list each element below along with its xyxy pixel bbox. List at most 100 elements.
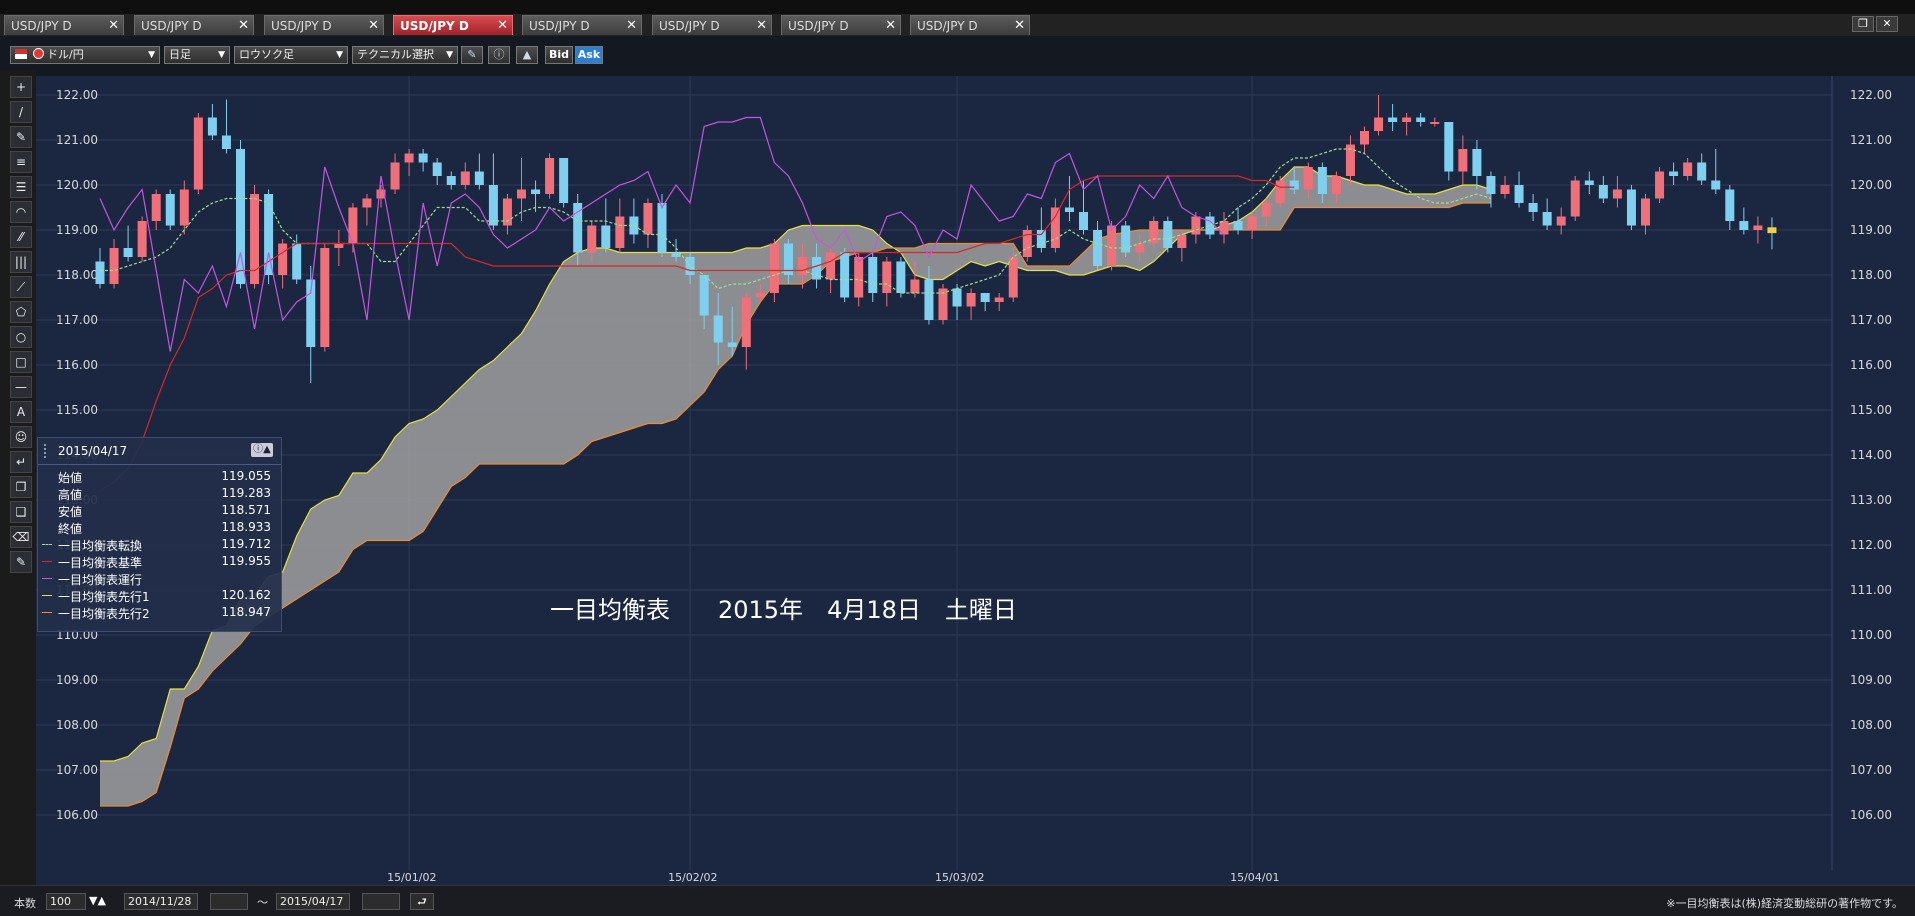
- window-restore-button[interactable]: ❐: [1852, 16, 1874, 32]
- drawing-tool-1-icon[interactable]: +: [10, 76, 32, 98]
- drawing-tool-16-icon[interactable]: ↵: [10, 451, 32, 473]
- tab-close-icon[interactable]: ✕: [885, 18, 896, 33]
- candle-body: [151, 194, 161, 221]
- tab-usdjpy-1[interactable]: USD/JPY D ✕: [4, 15, 124, 35]
- tab-label: USD/JPY D: [141, 19, 202, 33]
- candle-body: [1303, 167, 1313, 190]
- candle-body: [1458, 149, 1468, 172]
- row-name: 一目均衡表運行: [58, 573, 143, 587]
- start-date-input[interactable]: 2014/11/28: [124, 893, 198, 910]
- y-tick-label-right: 112.00: [1850, 538, 1892, 552]
- candle-body: [1219, 221, 1229, 235]
- row-value: 118.571: [221, 503, 271, 517]
- y-tick-label-right: 116.00: [1850, 358, 1892, 372]
- candle-body: [1641, 198, 1650, 226]
- candle-body: [1612, 189, 1622, 199]
- candle-body: [868, 257, 878, 293]
- y-tick-label-left: 121.00: [56, 133, 98, 147]
- pen-icon[interactable]: ✎: [461, 46, 483, 64]
- tab-close-icon[interactable]: ✕: [108, 18, 119, 33]
- series-swatch: [42, 612, 52, 613]
- period-select[interactable]: 日足 ▼: [164, 46, 230, 64]
- drawing-tool-9-icon[interactable]: ⟋: [10, 276, 32, 298]
- bottom-bar: 本数 100 ▼▲ 2014/11/28 ～ 2015/04/17 ⮐ ※一目均…: [0, 885, 1915, 916]
- tab-close-icon[interactable]: ✕: [1014, 18, 1025, 33]
- candle-body: [1542, 212, 1552, 226]
- drawing-tool-13-icon[interactable]: —: [10, 376, 32, 398]
- drawing-tool-20-icon[interactable]: ✎: [10, 551, 32, 573]
- end-time-input[interactable]: [362, 893, 400, 910]
- drawing-tool-7-icon[interactable]: ⁄⁄: [10, 226, 32, 248]
- tab-usdjpy-3[interactable]: USD/JPY D ✕: [264, 15, 384, 35]
- row-value: 120.162: [221, 588, 271, 602]
- start-time-input[interactable]: [210, 893, 248, 910]
- drawing-tool-8-icon[interactable]: |||: [10, 251, 32, 273]
- y-tick-label-right: 114.00: [1850, 448, 1892, 462]
- x-tick-label: 15/02/02: [668, 871, 717, 884]
- tab-usdjpy-5[interactable]: USD/JPY D ✕: [522, 15, 642, 35]
- tab-label: USD/JPY D: [659, 19, 720, 33]
- drawing-tool-14-icon[interactable]: A: [10, 401, 32, 423]
- drawing-tool-18-icon[interactable]: ❑: [10, 501, 32, 523]
- top-strip: [0, 0, 1915, 15]
- candle-body: [1261, 203, 1271, 217]
- tab-close-icon[interactable]: ✕: [368, 18, 379, 33]
- candle-body: [179, 189, 189, 226]
- candle-body: [994, 297, 1004, 302]
- tab-close-icon[interactable]: ✕: [626, 18, 637, 33]
- chevron-down-icon: ▼: [148, 50, 155, 60]
- candle-body: [1374, 117, 1384, 131]
- candle-body: [1177, 234, 1187, 248]
- chart-type-select[interactable]: ロウソク足 ▼: [234, 46, 348, 64]
- drawing-tool-12-icon[interactable]: □: [10, 351, 32, 373]
- series-swatch: [42, 544, 52, 545]
- bar-count-input[interactable]: 100: [46, 893, 86, 910]
- candle-body: [1697, 162, 1707, 181]
- info-icon[interactable]: ⓘ: [488, 46, 510, 64]
- y-tick-label-left: 106.00: [56, 808, 98, 822]
- drawing-tool-3-icon[interactable]: ✎: [10, 126, 32, 148]
- candle-body: [1753, 225, 1763, 230]
- candle-body: [1711, 180, 1721, 190]
- drawing-tool-19-icon[interactable]: ⌫: [10, 526, 32, 548]
- technical-label: テクニカル選択: [357, 48, 434, 61]
- drawing-tool-11-icon[interactable]: ○: [10, 326, 32, 348]
- candle-body: [292, 243, 302, 280]
- tab-usdjpy-2[interactable]: USD/JPY D ✕: [134, 15, 254, 35]
- currency-pair-select[interactable]: ドル/円 ▼: [10, 46, 160, 64]
- drawing-tool-4-icon[interactable]: ≡: [10, 151, 32, 173]
- y-tick-label-right: 121.00: [1850, 133, 1892, 147]
- candle-body: [1500, 185, 1510, 194]
- drawing-tool-2-icon[interactable]: /: [10, 101, 32, 123]
- copyright-note: ※一目均衡表は(株)経済変動総研の著作物です。: [1666, 897, 1903, 910]
- drawing-tool-10-icon[interactable]: ⬠: [10, 301, 32, 323]
- tab-usdjpy-4-active[interactable]: USD/JPY D ✕: [393, 15, 513, 35]
- candle-body: [109, 248, 119, 284]
- drawing-tool-5-icon[interactable]: ☰: [10, 176, 32, 198]
- y-tick-label-left: 120.00: [56, 178, 98, 192]
- tab-close-icon[interactable]: ✕: [756, 18, 767, 33]
- tab-close-icon[interactable]: ✕: [497, 18, 508, 33]
- area-chart-icon[interactable]: ▲: [516, 46, 538, 64]
- bid-button[interactable]: Bid: [545, 46, 573, 64]
- tab-usdjpy-6[interactable]: USD/JPY D ✕: [652, 15, 772, 35]
- y-tick-label-left: 108.00: [56, 718, 98, 732]
- ask-button[interactable]: Ask: [575, 46, 603, 64]
- apply-return-icon[interactable]: ⮐: [410, 893, 434, 910]
- drawing-tool-6-icon[interactable]: ◠: [10, 201, 32, 223]
- candle-body: [1205, 216, 1215, 235]
- spinner-icon[interactable]: ▼▲: [89, 894, 106, 907]
- candle-body: [1669, 171, 1679, 176]
- candle-body: [1360, 131, 1369, 145]
- window-close-button[interactable]: ✕: [1876, 16, 1898, 32]
- tab-close-icon[interactable]: ✕: [238, 18, 249, 33]
- tab-usdjpy-7[interactable]: USD/JPY D ✕: [781, 15, 901, 35]
- drawing-tool-15-icon[interactable]: ☺: [10, 426, 32, 448]
- drag-handle-icon[interactable]: [44, 444, 50, 458]
- end-date-input[interactable]: 2015/04/17: [276, 893, 350, 910]
- info-collapse-icon[interactable]: ⓘ▲: [251, 443, 273, 457]
- tab-usdjpy-8[interactable]: USD/JPY D ✕: [910, 15, 1030, 35]
- technical-select[interactable]: テクニカル選択 ▼: [352, 46, 458, 64]
- drawing-tool-17-icon[interactable]: ❐: [10, 476, 32, 498]
- x-tick-label: 15/04/01: [1230, 871, 1279, 884]
